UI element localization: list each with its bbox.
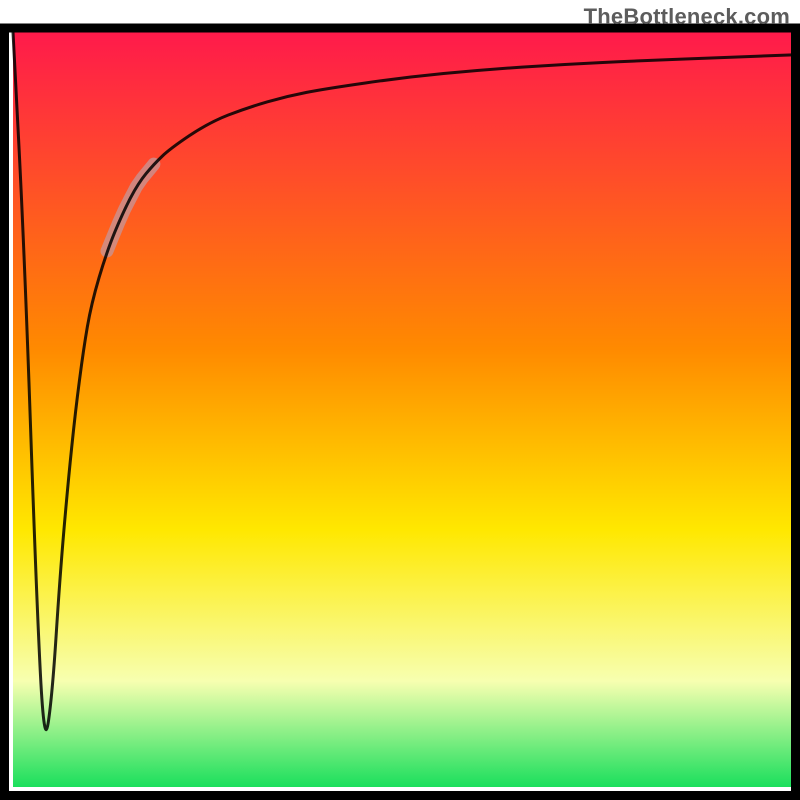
chart-container: TheBottleneck.com xyxy=(0,0,800,800)
watermark-label: TheBottleneck.com xyxy=(584,4,790,30)
bottleneck-chart xyxy=(0,0,800,800)
plot-background xyxy=(13,32,796,787)
